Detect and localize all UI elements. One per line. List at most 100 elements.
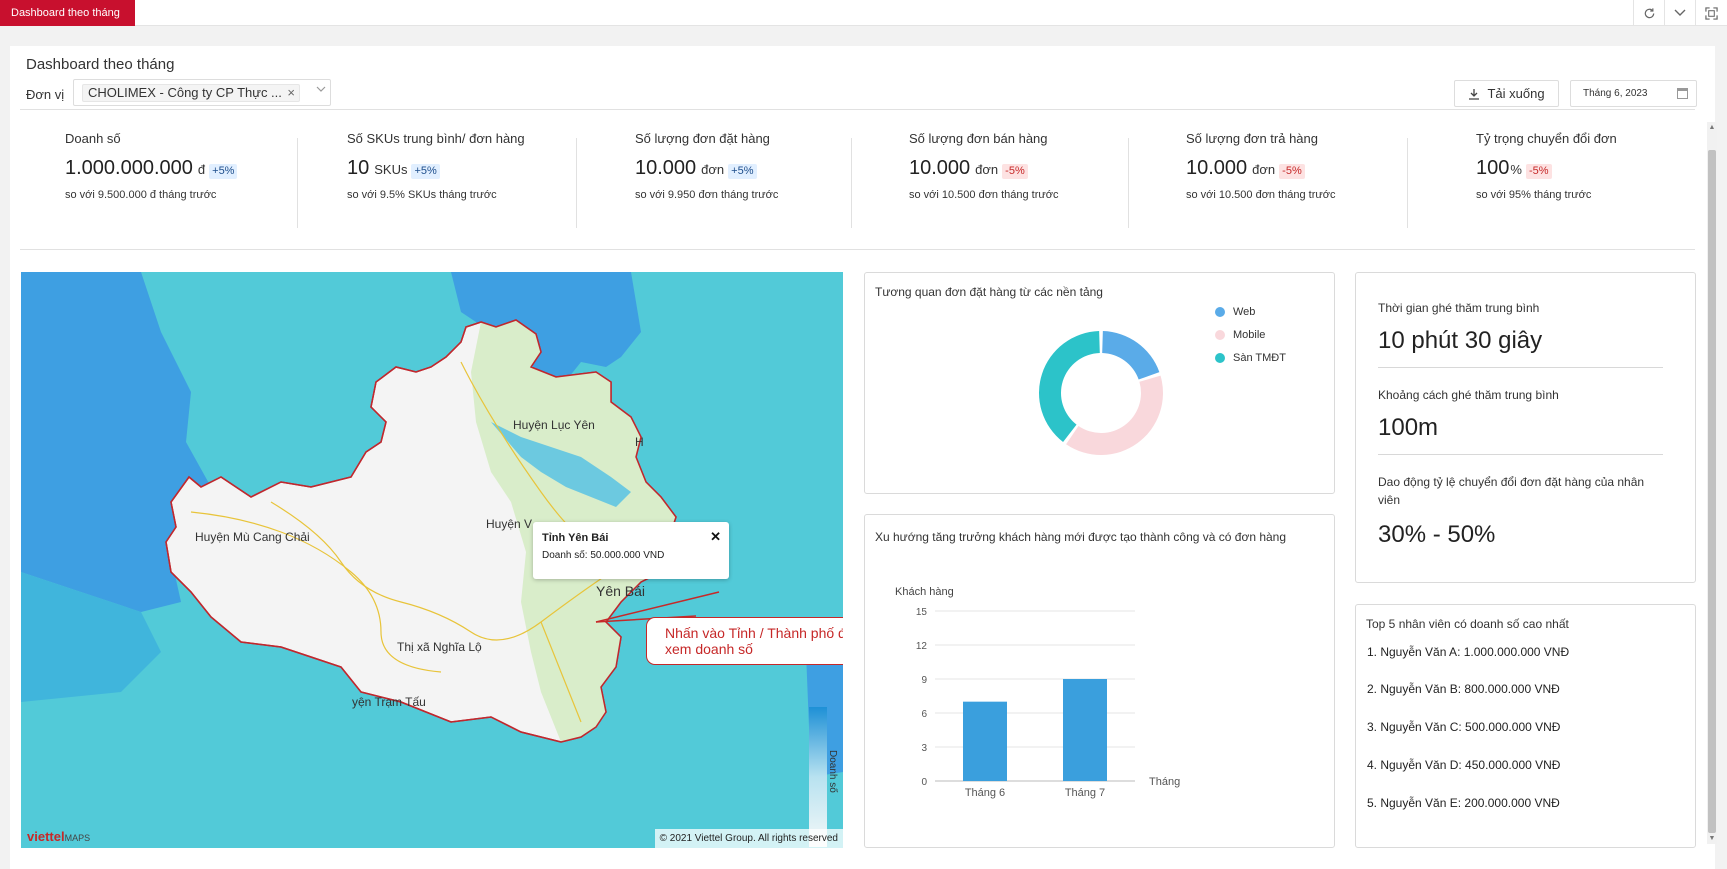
change-badge: -5% bbox=[1525, 164, 1552, 179]
kpi-orders-sold: Số lượng đơn bán hàng 10.000 đơn -5% so … bbox=[909, 131, 1058, 201]
kpi-orders-returned: Số lượng đơn trả hàng 10.000 đơn -5% so … bbox=[1186, 131, 1335, 201]
avg-visit-time-value: 10 phút 30 giây bbox=[1378, 327, 1543, 354]
avg-visit-time-label: Thời gian ghé thăm trung bình bbox=[1378, 301, 1540, 315]
scroll-thumb[interactable] bbox=[1708, 150, 1716, 833]
avg-visit-distance-label: Khoảng cách ghé thăm trung bình bbox=[1378, 388, 1559, 402]
kpi-value: 1.000.000.000 bbox=[65, 157, 193, 179]
kpi-compare: so với 10.500 đơn tháng trước bbox=[909, 189, 1059, 201]
month-picker[interactable]: Tháng 6, 2023 bbox=[1570, 80, 1697, 107]
map-legend-bar bbox=[809, 707, 827, 847]
tooltip-title: Tỉnh Yên Bái bbox=[542, 532, 609, 544]
kpi-value: 100 bbox=[1476, 157, 1510, 179]
conversion-range-value: 30% - 50% bbox=[1378, 521, 1496, 548]
y-tick-label: 12 bbox=[916, 641, 928, 652]
kpi-label: Số SKUs trung bình/ đơn hàng bbox=[347, 131, 525, 146]
chevron-down-icon[interactable] bbox=[316, 84, 326, 96]
unit-tag-label: CHOLIMEX - Công ty CP Thực ... bbox=[88, 85, 282, 100]
change-badge: -5% bbox=[1002, 164, 1028, 179]
y-tick-label: 15 bbox=[916, 607, 928, 618]
avg-visit-distance-value: 100m bbox=[1378, 414, 1439, 441]
panel-title: Tương quan đơn đặt hàng từ các nền tảng bbox=[875, 285, 1103, 299]
kpi-value: 10.000 bbox=[909, 157, 971, 179]
legend-item-marketplace[interactable]: Sàn TMĐT bbox=[1215, 352, 1286, 364]
list-item: 3. Nguyễn Văn C: 500.000.000 VNĐ bbox=[1367, 720, 1561, 734]
kpi-compare: so với 95% tháng trước bbox=[1476, 189, 1592, 201]
x-axis-title: Tháng bbox=[1149, 776, 1180, 788]
kpi-compare: so với 10.500 đơn tháng trước bbox=[1186, 189, 1336, 201]
kpi-compare: so với 9.500.000 đ tháng trước bbox=[65, 189, 217, 201]
kpi-label: Số lượng đơn bán hàng bbox=[909, 131, 1048, 146]
kpi-label: Doanh số bbox=[65, 131, 121, 146]
legend-item-mobile[interactable]: Mobile bbox=[1215, 329, 1265, 341]
tooltip-value: Doanh số: 50.000.000 VND bbox=[542, 550, 665, 561]
unit-select[interactable]: CHOLIMEX - Công ty CP Thực ... × bbox=[73, 79, 331, 106]
kpi-unit: SKUs bbox=[374, 162, 408, 177]
download-button[interactable]: Tải xuống bbox=[1454, 80, 1559, 107]
bar-chart: Khách hàng 0 3 6 9 12 15 Tháng 6 Tháng 7 Tháng bbox=[895, 586, 1180, 799]
divider bbox=[297, 138, 298, 228]
list-item: 2. Nguyễn Văn B: 800.000.000 VNĐ bbox=[1367, 682, 1560, 696]
divider bbox=[576, 138, 577, 228]
map-copyright: © 2021 Viettel Group. All rights reserve… bbox=[654, 829, 843, 848]
legend-label: Web bbox=[1233, 306, 1256, 318]
top-employees-panel: Top 5 nhân viên có doanh số cao nhất 1. … bbox=[1355, 604, 1696, 848]
divider bbox=[1378, 454, 1663, 455]
map-label: H bbox=[635, 435, 644, 449]
sales-map[interactable]: Huyện Lục Yên H Huyện Mù Cang Chải Huyện… bbox=[21, 272, 843, 848]
kpi-unit: đ bbox=[197, 162, 206, 177]
donut-slice-2[interactable] bbox=[1066, 375, 1163, 455]
top-bar: Dashboard theo tháng bbox=[0, 0, 1727, 26]
kpi-value: 10.000 bbox=[635, 157, 697, 179]
kpi-unit: đơn bbox=[701, 162, 725, 177]
map-label: Huyện V bbox=[486, 517, 533, 531]
legend-label: Sàn TMĐT bbox=[1233, 352, 1286, 364]
viettel-maps-logo: viettelMAPS bbox=[27, 829, 91, 844]
x-tick-label: Tháng 7 bbox=[1065, 787, 1105, 799]
chevron-down-icon[interactable] bbox=[1664, 0, 1695, 26]
page-title: Dashboard theo tháng bbox=[26, 56, 175, 73]
donut-slice-1[interactable] bbox=[1102, 331, 1160, 380]
kpi-unit: đơn bbox=[975, 162, 999, 177]
scroll-up-icon[interactable]: ▲ bbox=[1707, 124, 1717, 131]
dashboard-content: Dashboard theo tháng Đơn vị CHOLIMEX - C… bbox=[10, 46, 1717, 869]
kpi-label: Tỷ trọng chuyển đổi đơn bbox=[1476, 131, 1617, 146]
y-tick-label: 6 bbox=[921, 709, 927, 720]
remove-tag-icon[interactable]: × bbox=[287, 85, 295, 101]
y-tick-label: 3 bbox=[921, 743, 927, 754]
donut-chart bbox=[1039, 331, 1163, 455]
panel-title: Xu hướng tăng trưởng khách hàng mới được… bbox=[875, 530, 1287, 544]
kpi-revenue: Doanh số 1.000.000.000 đ +5% so với 9.50… bbox=[65, 131, 238, 201]
divider bbox=[1128, 138, 1129, 228]
province-tooltip: Tỉnh Yên Bái Doanh số: 50.000.000 VND ✕ bbox=[533, 522, 729, 579]
unit-tag: CHOLIMEX - Công ty CP Thực ... × bbox=[82, 84, 300, 102]
scroll-down-icon[interactable]: ▼ bbox=[1707, 835, 1717, 842]
kpi-value: 10.000 bbox=[1186, 157, 1248, 179]
kpi-value: 10 bbox=[347, 157, 370, 179]
map-label: Huyện Lục Yên bbox=[513, 418, 595, 432]
x-tick-label: Tháng 6 bbox=[965, 787, 1005, 799]
divider bbox=[20, 249, 1695, 250]
donut-slice-3[interactable] bbox=[1039, 331, 1100, 443]
divider bbox=[20, 109, 1695, 110]
kpi-label: Số lượng đơn trả hàng bbox=[1186, 131, 1318, 146]
change-badge: -5% bbox=[1279, 164, 1305, 179]
change-badge: +5% bbox=[728, 164, 757, 179]
kpi-orders-placed: Số lượng đơn đặt hàng 10.000 đơn +5% so … bbox=[635, 131, 778, 201]
scrollbar[interactable]: ▲ ▼ bbox=[1707, 122, 1717, 844]
list-item: 4. Nguyễn Văn D: 450.000.000 VNĐ bbox=[1367, 758, 1561, 772]
divider bbox=[1378, 367, 1663, 368]
conversion-range-label: Dao động tỷ lệ chuyển đổi đơn đặt hàng c… bbox=[1378, 475, 1645, 507]
kpi-compare: so với 9.5% SKUs tháng trước bbox=[347, 189, 497, 201]
fullscreen-icon[interactable] bbox=[1695, 0, 1726, 26]
bar-1[interactable] bbox=[963, 701, 1007, 781]
refresh-icon[interactable] bbox=[1633, 0, 1664, 26]
customer-growth-panel: Xu hướng tăng trưởng khách hàng mới được… bbox=[864, 514, 1335, 848]
close-icon[interactable]: ✕ bbox=[710, 529, 721, 545]
y-tick-label: 0 bbox=[921, 777, 927, 788]
legend-item-web[interactable]: Web bbox=[1215, 306, 1255, 318]
bar-2[interactable] bbox=[1063, 679, 1107, 781]
divider bbox=[1407, 138, 1408, 228]
tab-dashboard-monthly[interactable]: Dashboard theo tháng bbox=[0, 0, 135, 26]
visit-stats-panel: Thời gian ghé thăm trung bình 10 phút 30… bbox=[1355, 272, 1696, 583]
kpi-compare: so với 9.950 đơn tháng trước bbox=[635, 189, 779, 201]
